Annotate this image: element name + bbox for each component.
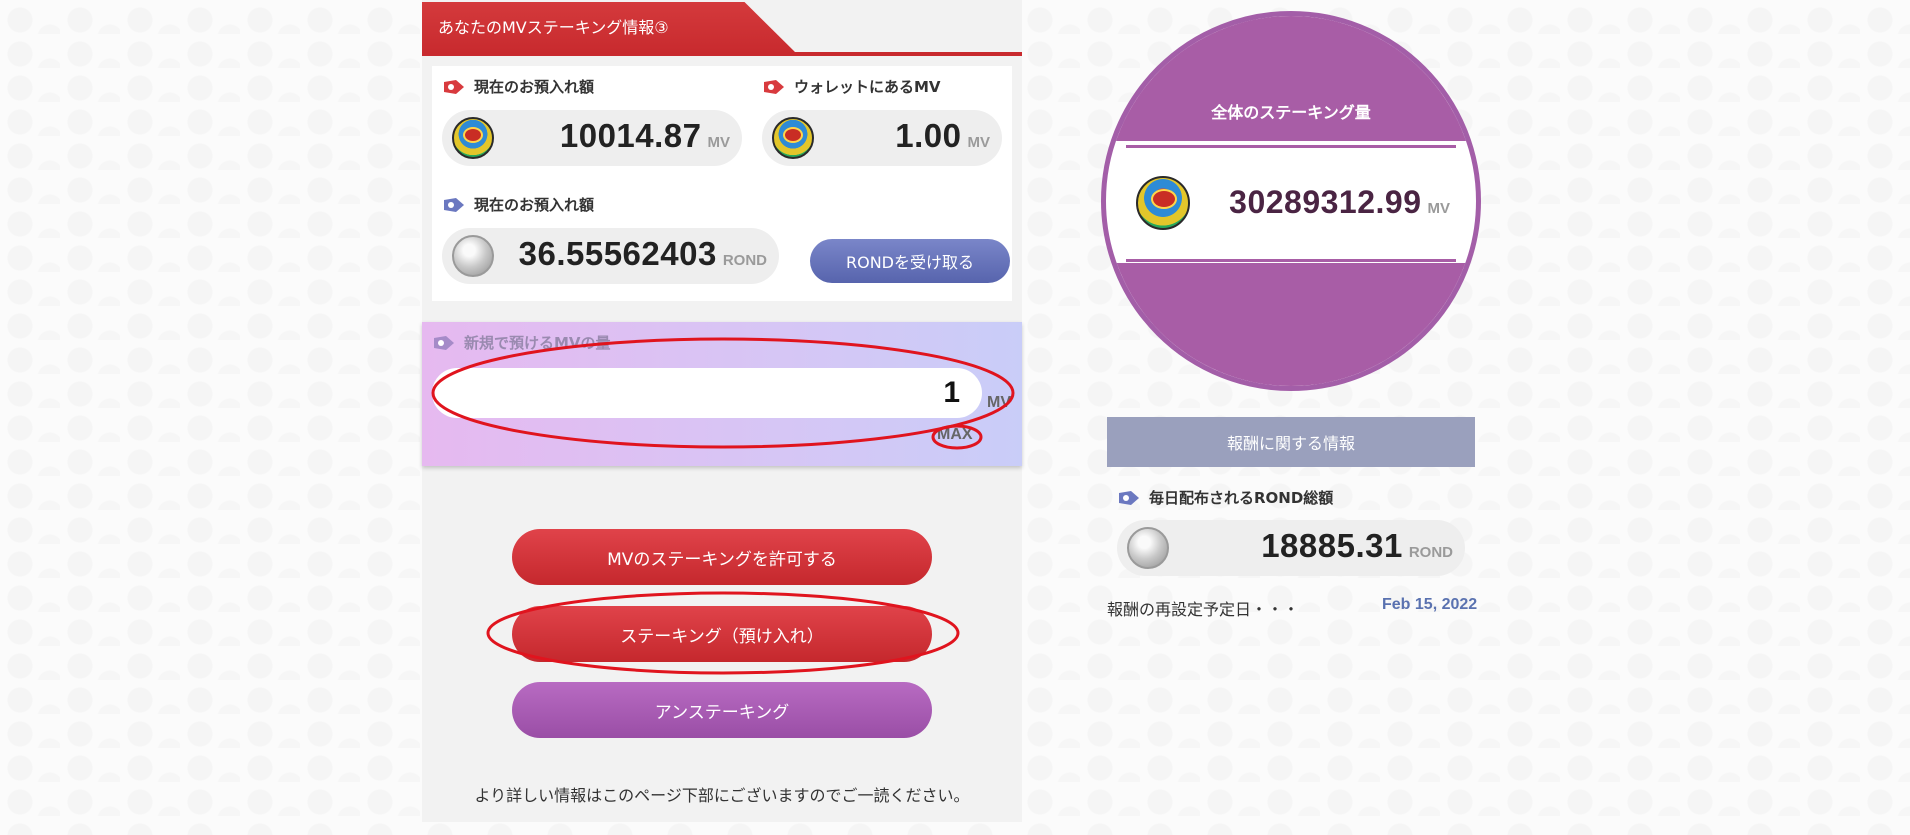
deposit-amount-input[interactable]	[432, 368, 982, 418]
current-deposit-rond-value: 36.55562403	[518, 235, 717, 272]
current-deposit-mv-unit: MV	[707, 134, 731, 151]
staking-panel: あなたのMVステーキング情報③ 現在のお預入れ額 10014.87 MV ウォレ…	[422, 0, 1022, 822]
purple-tag-icon	[434, 335, 454, 350]
red-tag-icon	[764, 79, 784, 94]
daily-rond-box: 18885.31 ROND	[1117, 520, 1465, 576]
claim-rond-button[interactable]: RONDを受け取る	[810, 239, 1010, 283]
mv-coin-icon	[772, 117, 814, 159]
reward-reset-label: 報酬の再設定予定日・・・	[1107, 600, 1300, 619]
tab-underline	[422, 52, 1022, 56]
wallet-mv-unit: MV	[967, 134, 991, 151]
max-button[interactable]: MAX	[937, 426, 973, 444]
footnote: より詳しい情報はこのページ下部にございますのでご一読ください。	[474, 786, 970, 805]
total-staking-bottom-band	[1106, 263, 1476, 386]
deposit-amount-unit: MV	[987, 394, 1011, 411]
current-deposit-rond-label: 現在のお預入れ額	[442, 194, 594, 215]
current-deposit-mv-box: 10014.87 MV	[442, 110, 742, 166]
reward-info-header: 報酬に関する情報	[1107, 417, 1475, 467]
divider-line	[1126, 145, 1456, 148]
blue-tag-icon	[1119, 490, 1139, 505]
rond-coin-icon	[452, 235, 494, 277]
wallet-mv-box: 1.00 MV	[762, 110, 1002, 166]
total-staking-unit: MV	[1427, 200, 1451, 217]
mv-coin-icon	[452, 117, 494, 159]
current-deposit-mv-value: 10014.87	[559, 117, 702, 154]
daily-rond-value: 18885.31	[1261, 527, 1403, 564]
mv-coin-icon	[1136, 176, 1190, 230]
approve-staking-button[interactable]: MVのステーキングを許可する	[512, 529, 932, 585]
current-deposit-mv-label: 現在のお預入れ額	[442, 76, 594, 97]
daily-rond-label: 毎日配布されるROND総額	[1117, 487, 1333, 508]
unstake-button[interactable]: アンステーキング	[512, 682, 932, 738]
staking-info-card: 現在のお預入れ額 10014.87 MV ウォレットにあるMV 1.00 MV	[432, 66, 1012, 301]
current-deposit-rond-unit: ROND	[722, 252, 767, 269]
panel-tab-title: あなたのMVステーキング情報③	[422, 2, 797, 54]
wallet-mv-label: ウォレットにあるMV	[762, 76, 941, 97]
total-staking-circle: 全体のステーキング量 30289312.99 MV	[1101, 11, 1481, 391]
rond-coin-icon	[1127, 527, 1169, 569]
blue-tag-icon	[444, 197, 464, 212]
divider-line	[1126, 259, 1456, 262]
new-deposit-label: 新規で預けるMVの量	[432, 332, 611, 353]
stake-button[interactable]: ステーキング（預け入れ）	[512, 606, 932, 662]
red-tag-icon	[444, 79, 464, 94]
total-staking-title: 全体のステーキング量	[1211, 103, 1371, 122]
wallet-mv-value: 1.00	[895, 117, 962, 154]
reward-reset-date: Feb 15, 2022	[1382, 596, 1478, 613]
daily-rond-unit: ROND	[1408, 544, 1453, 561]
total-staking-value: 30289312.99	[1229, 184, 1422, 220]
current-deposit-rond-box: 36.55562403 ROND	[442, 228, 779, 284]
new-deposit-section: 新規で預けるMVの量 MV MAX	[422, 322, 1022, 466]
